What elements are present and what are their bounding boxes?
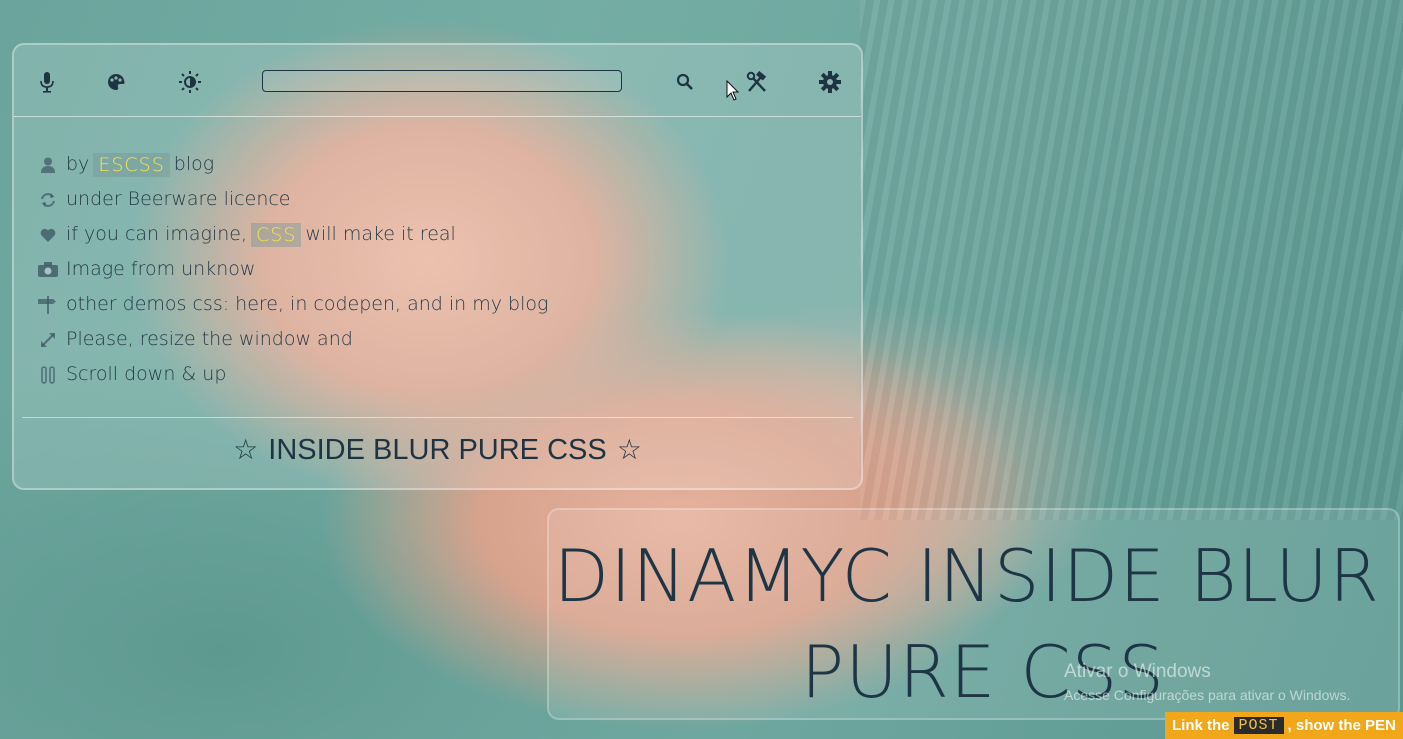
post-link-bar[interactable]: Link the POST , show the PEN [1165,712,1403,739]
divider [22,417,853,418]
list-item: other demos css: here, in codepen, and i… [36,287,548,322]
blanket-texture [860,0,1403,520]
heart-icon [36,228,60,242]
palette-icon[interactable] [103,69,129,95]
windows-activation-watermark: Ativar o Windows Acesse Configurações pa… [1064,661,1351,703]
credits-list: by ESCSS blog under Beerware licence if … [36,147,548,392]
search-input[interactable] [262,70,622,92]
post-link[interactable]: POST [1233,717,1284,734]
blur-panel: by ESCSS blog under Beerware licence if … [12,43,863,490]
star-icon: ☆ [616,434,642,465]
expand-icon [36,332,60,348]
list-item: under Beerware licence [36,182,548,217]
escss-link[interactable]: ESCSS [93,152,170,177]
gear-icon[interactable] [817,69,843,95]
microphone-icon[interactable] [34,69,60,95]
scroll-icon [36,365,60,384]
list-item: Image from unknow [36,252,548,287]
refresh-icon [36,192,60,208]
search-icon[interactable] [672,69,698,95]
list-item: by ESCSS blog [36,147,548,182]
tools-icon[interactable] [744,69,770,95]
camera-icon [36,262,60,277]
list-item: Please, resize the window and [36,322,548,357]
star-icon: ☆ [233,434,259,465]
panel-title: ☆ INSIDE BLUR PURE CSS ☆ [233,434,642,466]
css-link[interactable]: CSS [251,222,302,247]
brightness-icon[interactable] [177,69,203,95]
list-item: Scroll down & up [36,357,548,392]
list-item: if you can imagine, CSS will make it rea… [36,217,548,252]
signpost-icon [36,295,60,314]
mouse-cursor-icon [726,80,740,101]
user-icon [36,157,60,173]
